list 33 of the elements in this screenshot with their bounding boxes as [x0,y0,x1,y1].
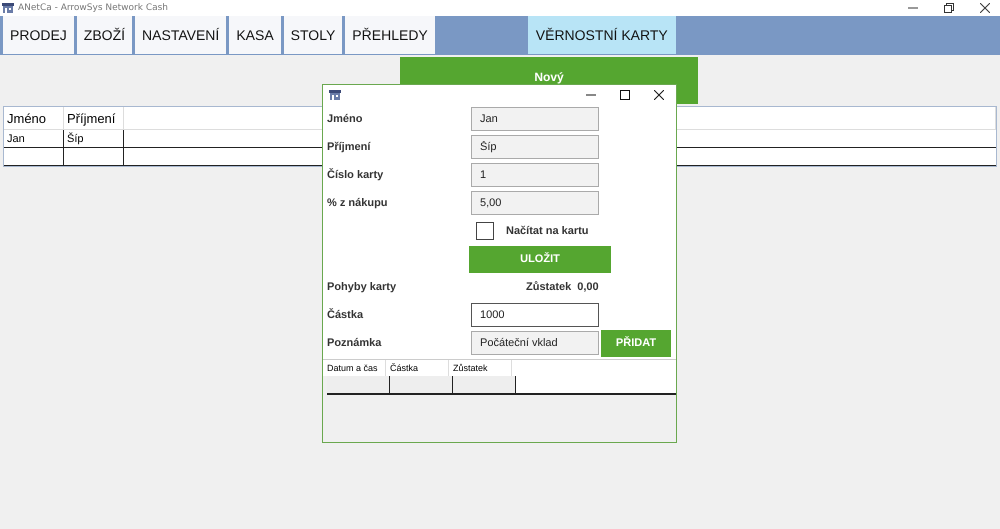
shop-icon [329,89,341,101]
field-label: Poznámka [326,337,382,349]
tab[interactable]: STOLY [284,16,342,54]
close-icon[interactable] [654,90,664,100]
tab[interactable]: ZBOŽÍ [76,16,132,54]
section-label: Pohyby karty [326,281,398,293]
field-label: Částka [326,309,364,321]
text-field[interactable]: 1 [471,163,599,187]
field-label: Příjmení [326,141,372,153]
tab[interactable]: PRODEJ [3,16,74,54]
tab[interactable]: KASA [229,16,281,54]
table-cell: Šíp [64,130,124,147]
checkbox-label[interactable]: Načítat na kartu [506,225,589,237]
close-icon[interactable] [980,3,990,13]
text-field[interactable]: Jan [471,107,599,131]
table-cell: Jan [4,130,64,147]
column-header: Příjmení [64,107,124,129]
balance-label: Zůstatek [526,281,572,293]
tab[interactable]: VĚRNOSTNÍ KARTY [528,16,676,54]
field-label: Jméno [326,113,364,125]
column-header: Jméno [4,107,64,129]
restore-icon[interactable] [944,3,954,13]
tab[interactable]: PŘEHLEDY [345,16,435,54]
balance-value: 0,00 [577,281,599,293]
tab[interactable]: NASTAVENÍ [135,16,226,54]
field-label: % z nákupu [326,197,389,209]
text-field[interactable]: 5,00 [471,191,599,215]
window-title: ANetCa - ArrowSys Network Cash [18,3,168,13]
checkbox[interactable] [476,222,494,240]
note-field[interactable]: Počáteční vklad [471,331,599,355]
amount-field[interactable]: 1000 [471,303,599,327]
field-label: Číslo karty [326,169,384,181]
maximize-icon[interactable] [620,90,630,100]
